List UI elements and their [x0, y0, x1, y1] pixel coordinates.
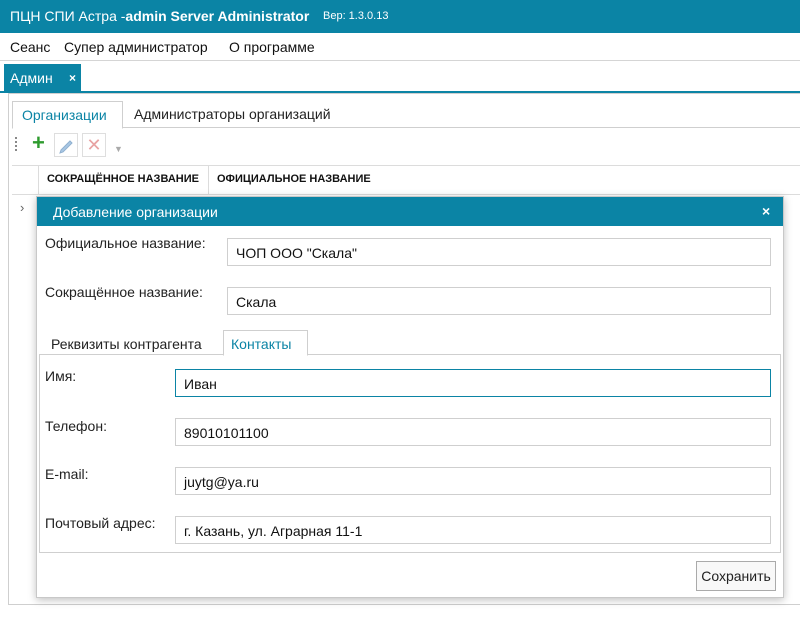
dialog-tabs: Реквизиты контрагента Контакты	[39, 328, 781, 356]
column-short-name[interactable]: СОКРАЩЁННОЕ НАЗВАНИЕ	[38, 166, 209, 194]
column-official-name-label: ОФИЦИАЛЬНОЕ НАЗВАНИЕ	[217, 173, 371, 185]
tab-organizations-label: Организации	[22, 107, 107, 123]
menu-bar: Сеанс Супер администратор О программе	[0, 33, 800, 61]
tab-contacts-label: Контакты	[231, 336, 292, 352]
window-title-prefix: ПЦН СПИ Астра -	[10, 8, 126, 24]
address-field[interactable]: г. Казань, ул. Аграрная 11-1	[175, 516, 771, 544]
tab-requisites[interactable]: Реквизиты контрагента	[51, 336, 202, 352]
toolbar-grip[interactable]	[15, 137, 19, 151]
tab-organizations[interactable]: Организации	[12, 101, 123, 129]
menu-about[interactable]: О программе	[229, 39, 315, 55]
close-icon[interactable]: ×	[762, 203, 770, 219]
close-icon[interactable]: ×	[69, 71, 76, 85]
save-button[interactable]: Сохранить	[696, 561, 776, 591]
email-field[interactable]: juytg@ya.ru	[175, 467, 771, 495]
name-label: Имя:	[45, 368, 77, 384]
chevron-down-icon[interactable]: ▼	[114, 144, 123, 154]
email-label: E-mail:	[45, 466, 89, 482]
short-name-label: Сокращённое название:	[45, 284, 203, 300]
window-title: ПЦН СПИ Астра -admin Server Administrato…	[10, 8, 309, 24]
toolbar: + ✕ ▼	[12, 131, 800, 157]
tab-admin[interactable]: Админ ×	[4, 64, 81, 91]
window-title-bold: admin Server Administrator	[125, 8, 310, 24]
menu-session[interactable]: Сеанс	[10, 39, 50, 55]
version-label: Вер: 1.3.0.13	[323, 10, 389, 22]
pencil-icon[interactable]	[54, 133, 78, 157]
official-name-label: Официальное название:	[45, 235, 206, 251]
column-official-name[interactable]: ОФИЦИАЛЬНОЕ НАЗВАНИЕ	[208, 166, 799, 194]
official-name-field[interactable]: ЧОП ООО "Скала"	[227, 238, 771, 266]
grid-header: СОКРАЩЁННОЕ НАЗВАНИЕ ОФИЦИАЛЬНОЕ НАЗВАНИ…	[12, 165, 800, 195]
short-name-field[interactable]: Скала	[227, 287, 771, 315]
column-short-name-label: СОКРАЩЁННОЕ НАЗВАНИЕ	[47, 173, 199, 185]
add-organization-dialog: Добавление организации × Официальное наз…	[36, 196, 784, 598]
phone-label: Телефон:	[45, 418, 107, 434]
dialog-title-bar: Добавление организации ×	[37, 197, 783, 226]
tab-org-admins[interactable]: Администраторы организаций	[134, 106, 331, 132]
menu-super-admin[interactable]: Супер администратор	[64, 39, 208, 55]
phone-field[interactable]: 89010101100	[175, 418, 771, 446]
title-bar: ПЦН СПИ Астра -admin Server Administrato…	[0, 0, 800, 33]
pencil-icon-svg	[59, 140, 73, 154]
name-field[interactable]: Иван	[175, 369, 771, 397]
address-label: Почтовый адрес:	[45, 515, 156, 531]
plus-icon[interactable]: +	[32, 132, 45, 154]
document-tabs: Админ ×	[0, 61, 800, 93]
delete-icon[interactable]: ✕	[82, 133, 106, 157]
dialog-title: Добавление организации	[53, 204, 218, 220]
row-expand-icon[interactable]: ›	[20, 200, 24, 215]
tab-admin-label: Админ	[10, 70, 53, 86]
tab-contacts[interactable]: Контакты	[223, 330, 308, 356]
section-tabs: Организации Администраторы организаций	[12, 101, 800, 129]
